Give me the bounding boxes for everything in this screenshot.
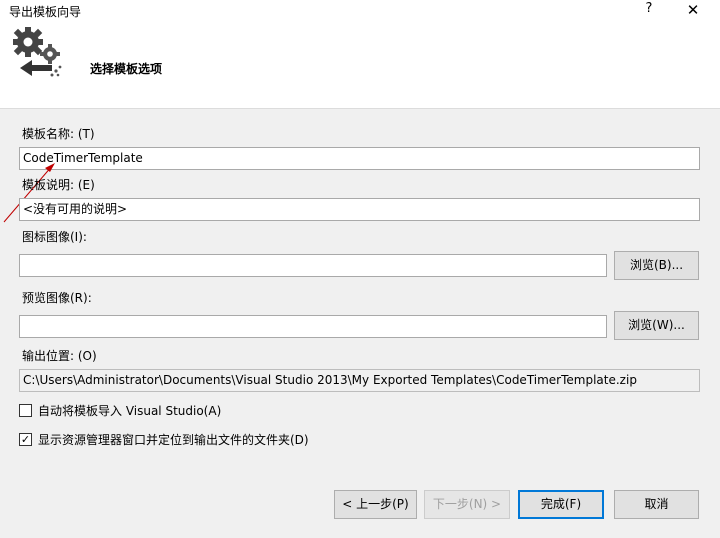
finish-button[interactable]: 完成(F) <box>518 490 604 519</box>
template-name-label: 模板名称: (T) <box>22 127 95 141</box>
cancel-button[interactable]: 取消 <box>614 490 699 519</box>
output-location-label: 输出位置: (O) <box>22 349 97 363</box>
title-bar <box>0 0 720 22</box>
page-subtitle: 选择模板选项 <box>90 62 163 76</box>
template-description-label: 模板说明: (E) <box>22 178 95 192</box>
preview-image-input[interactable] <box>19 315 607 338</box>
output-location-field[interactable]: C:\Users\Administrator\Documents\Visual … <box>19 369 700 392</box>
preview-image-label: 预览图像(R): <box>22 291 92 305</box>
auto-import-label[interactable]: 自动将模板导入 Visual Studio(A) <box>38 402 221 419</box>
show-explorer-label[interactable]: 显示资源管理器窗口并定位到输出文件的文件夹(D) <box>38 431 309 448</box>
browse-icon-button[interactable]: 浏览(B)... <box>614 251 699 280</box>
close-button[interactable]: ✕ <box>684 1 702 19</box>
gears-arrow-icon <box>13 27 62 77</box>
icon-image-input[interactable] <box>19 254 607 277</box>
show-explorer-checkbox[interactable]: ✓ <box>19 433 32 446</box>
next-button[interactable]: 下一步(N) > <box>424 490 510 519</box>
template-name-input[interactable]: CodeTimerTemplate <box>19 147 700 170</box>
template-description-input[interactable]: <没有可用的说明> <box>19 198 700 221</box>
browse-preview-button[interactable]: 浏览(W)... <box>614 311 699 340</box>
window-title: 导出模板向导 <box>9 5 82 19</box>
previous-button[interactable]: < 上一步(P) <box>334 490 417 519</box>
auto-import-checkbox[interactable] <box>19 404 32 417</box>
icon-image-label: 图标图像(I): <box>22 230 87 244</box>
help-button[interactable]: ? <box>641 1 657 19</box>
